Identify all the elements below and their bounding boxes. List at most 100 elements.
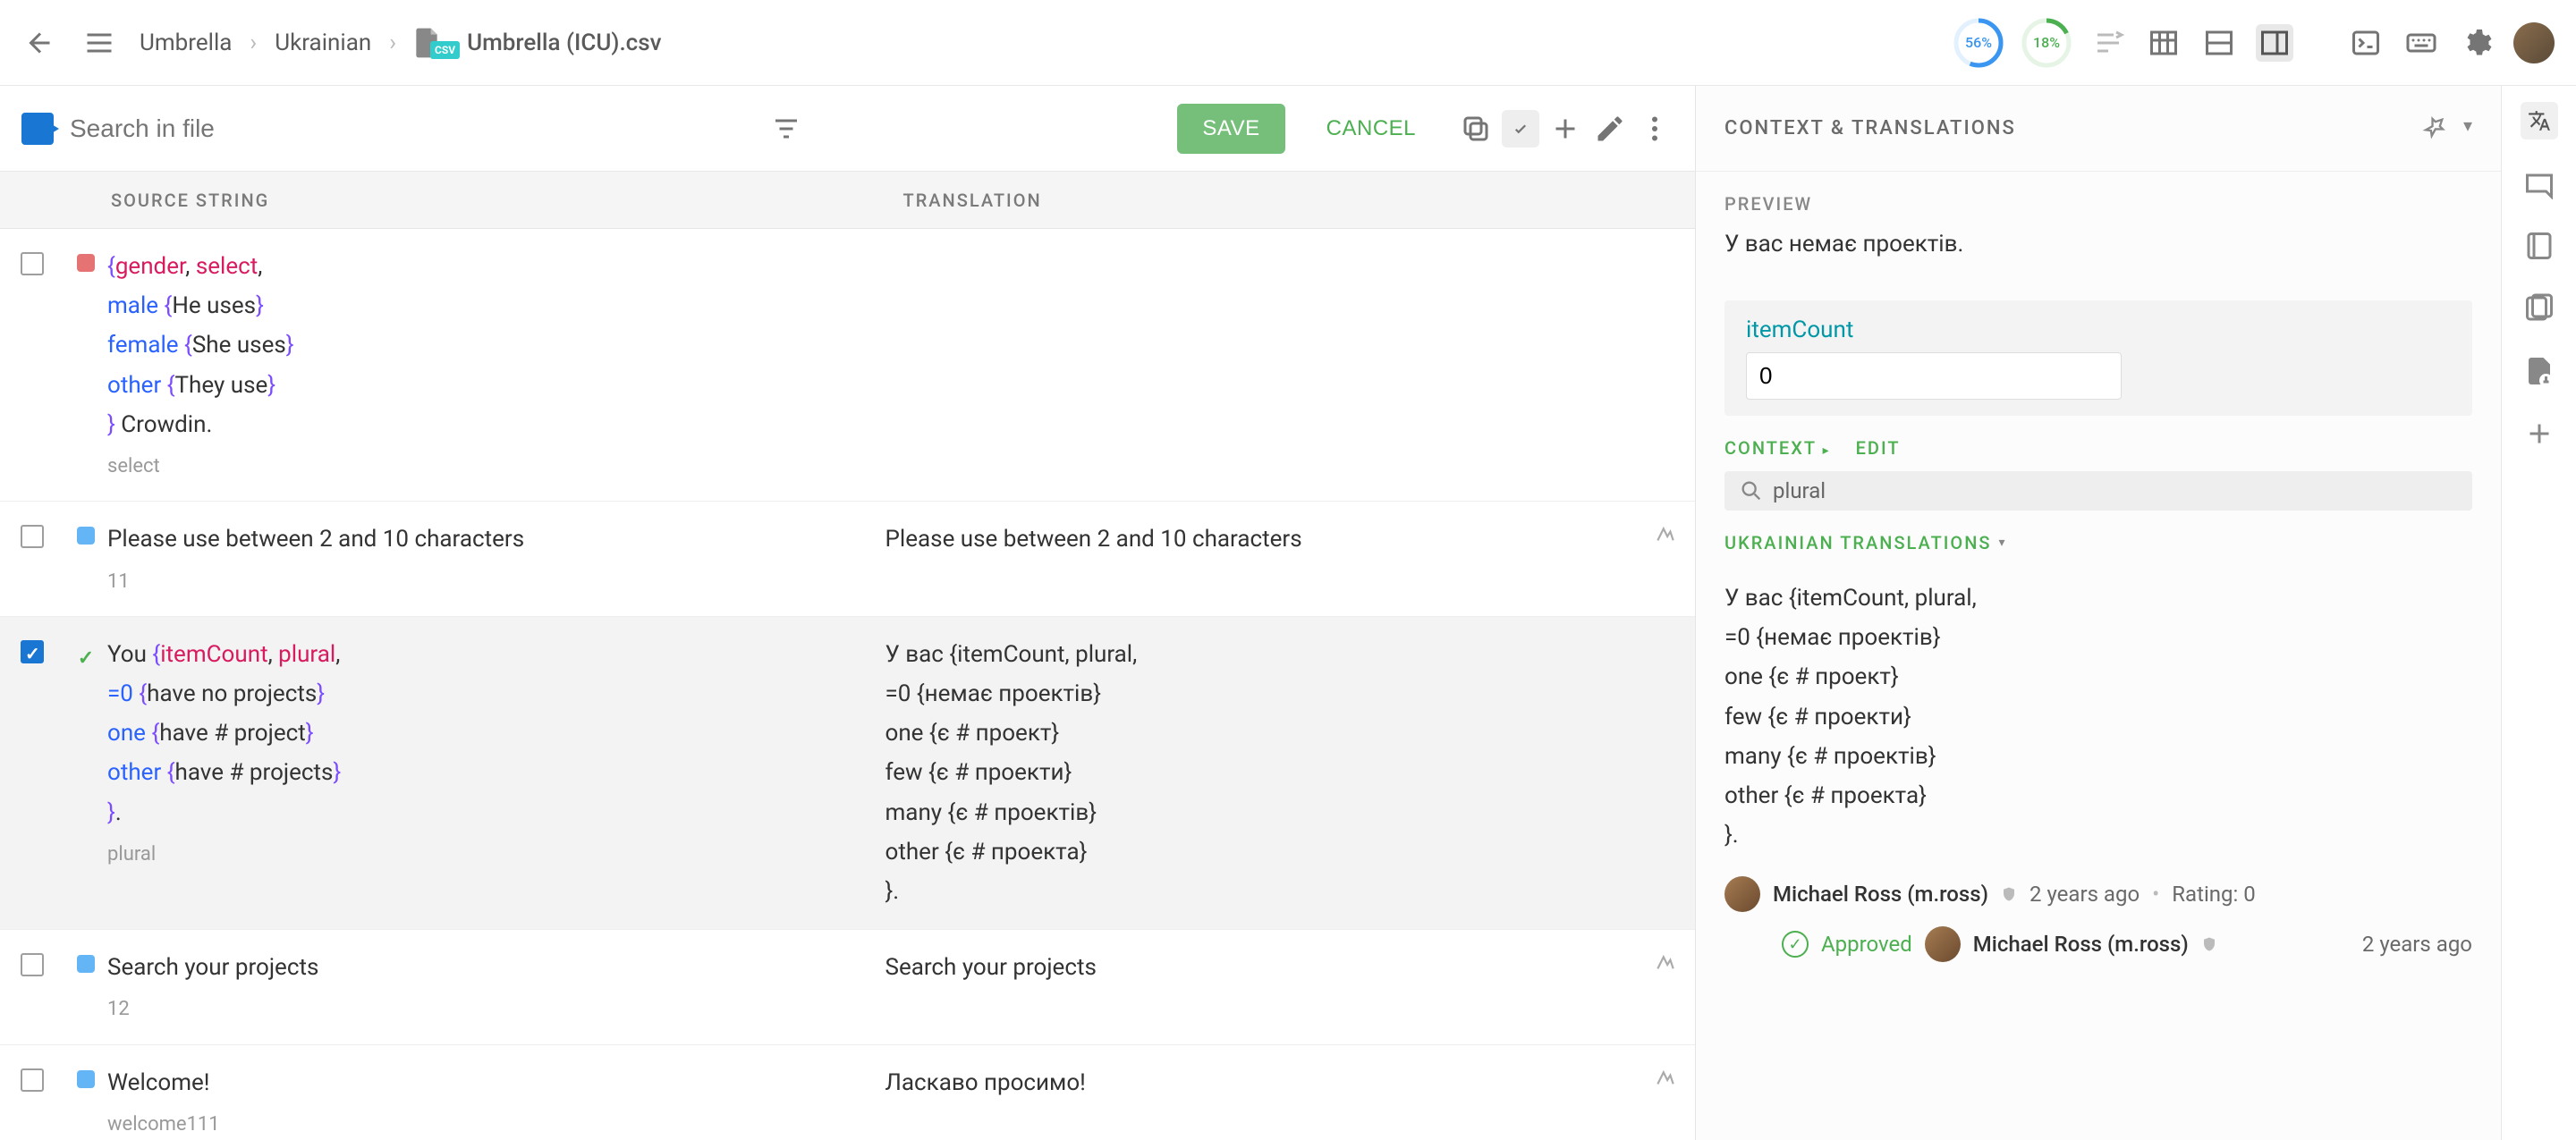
translation-text: Ласкаво просимо! bbox=[886, 1063, 1696, 1140]
header-translation: TRANSLATION bbox=[903, 190, 1696, 211]
qa-icon[interactable] bbox=[1654, 1068, 1677, 1102]
settings-icon[interactable] bbox=[2458, 24, 2496, 62]
horizontal-layout-icon[interactable] bbox=[2200, 24, 2238, 62]
header-source: SOURCE STRING bbox=[107, 190, 903, 211]
author-row: Michael Ross (m.ross) 2 years ago • Rati… bbox=[1696, 869, 2501, 919]
edit-icon[interactable] bbox=[1591, 110, 1629, 148]
context-chip-label: plural bbox=[1773, 478, 1826, 503]
breadcrumb-file[interactable]: CSV Umbrella (ICU).csv bbox=[414, 27, 662, 59]
row-checkbox[interactable] bbox=[21, 1068, 44, 1092]
action-row: SAVE CANCEL bbox=[0, 86, 1695, 172]
status-untranslated-icon bbox=[77, 254, 95, 272]
more-icon[interactable] bbox=[1636, 110, 1674, 148]
approved-check-icon: ✓ bbox=[1782, 931, 1809, 958]
table-view-icon[interactable] bbox=[2145, 24, 2182, 62]
source-meta: 11 bbox=[107, 565, 864, 598]
source-text: Search your projects12 bbox=[107, 948, 886, 1026]
tag-icon[interactable] bbox=[21, 113, 54, 145]
topbar: Umbrella › Ukrainian › CSV Umbrella (ICU… bbox=[0, 0, 2576, 86]
table-row[interactable]: Welcome!welcome111Ласкаво просимо! bbox=[0, 1045, 1695, 1140]
context-chip: plural bbox=[1724, 471, 2472, 511]
breadcrumb-language[interactable]: Ukrainian bbox=[275, 30, 371, 56]
terms-panel-icon[interactable] bbox=[2521, 227, 2558, 265]
approver-avatar[interactable] bbox=[1925, 926, 1961, 962]
file-info-icon[interactable] bbox=[2521, 352, 2558, 390]
save-button[interactable]: SAVE bbox=[1177, 104, 1284, 154]
add-icon[interactable] bbox=[1546, 110, 1584, 148]
source-meta: 12 bbox=[107, 992, 864, 1026]
tm-panel-icon[interactable] bbox=[2521, 290, 2558, 327]
verified-icon bbox=[2001, 886, 2017, 902]
breadcrumb-file-label: Umbrella (ICU).csv bbox=[467, 30, 661, 56]
filter-icon[interactable] bbox=[767, 110, 805, 148]
status-translated-icon bbox=[77, 1070, 95, 1088]
translate-panel-icon[interactable] bbox=[2521, 102, 2558, 139]
source-meta: plural bbox=[107, 838, 864, 871]
breadcrumb: Umbrella › Ukrainian › CSV Umbrella (ICU… bbox=[140, 27, 662, 59]
keyboard-icon[interactable] bbox=[2402, 24, 2440, 62]
preview-text: У вас немає проектів. bbox=[1724, 225, 2472, 279]
source-text: You {itemCount, plural,=0 {have no proje… bbox=[107, 635, 886, 911]
translation-body: У вас {itemCount, plural,=0 {немає проек… bbox=[1696, 564, 2501, 869]
comments-panel-icon[interactable] bbox=[2521, 165, 2558, 202]
author-name[interactable]: Michael Ross (m.ross) bbox=[1773, 882, 1988, 907]
approve-icon[interactable] bbox=[1502, 110, 1539, 148]
workflow-icon[interactable] bbox=[2089, 24, 2127, 62]
author-time: 2 years ago bbox=[2029, 882, 2140, 907]
translation-text: Search your projects bbox=[886, 948, 1696, 1026]
approved-row: ✓ Approved Michael Ross (m.ross) 2 years… bbox=[1696, 919, 2501, 969]
collapse-icon[interactable]: ▾ bbox=[2463, 114, 2472, 143]
right-rail bbox=[2501, 86, 2576, 1140]
back-button[interactable] bbox=[21, 24, 59, 62]
chevron-right-icon: › bbox=[250, 30, 257, 56]
edit-context-button[interactable]: EDIT bbox=[1856, 437, 1901, 459]
source-text: Welcome!welcome111 bbox=[107, 1063, 886, 1140]
user-avatar[interactable] bbox=[2513, 22, 2555, 63]
approver-name[interactable]: Michael Ross (m.ross) bbox=[1973, 932, 2189, 957]
table-header: SOURCE STRING TRANSLATION bbox=[0, 172, 1695, 229]
breadcrumb-project[interactable]: Umbrella bbox=[140, 30, 232, 56]
verified-icon bbox=[2201, 936, 2217, 952]
approved-progress[interactable]: 18% bbox=[2021, 18, 2072, 68]
translation-text: Please use between 2 and 10 characters bbox=[886, 519, 1696, 598]
vertical-layout-icon[interactable] bbox=[2256, 24, 2293, 62]
translation-text: У вас {itemCount, plural,=0 {немає проек… bbox=[886, 635, 1696, 911]
qa-icon[interactable] bbox=[1654, 953, 1677, 987]
source-meta: welcome111 bbox=[107, 1108, 864, 1140]
table-row[interactable]: Search your projects12Search your projec… bbox=[0, 930, 1695, 1045]
translation-text bbox=[886, 247, 1696, 483]
param-block: itemCount bbox=[1724, 300, 2472, 416]
qa-icon[interactable] bbox=[1654, 525, 1677, 559]
pin-icon[interactable] bbox=[2422, 114, 2447, 143]
translated-progress[interactable]: 56% bbox=[1953, 18, 2004, 68]
source-text: {gender, select,male {He uses}female {Sh… bbox=[107, 247, 886, 483]
status-translated-icon bbox=[77, 527, 95, 545]
author-avatar[interactable] bbox=[1724, 876, 1760, 912]
preview-label: PREVIEW bbox=[1724, 193, 2472, 215]
param-name: itemCount bbox=[1746, 317, 2451, 343]
status-translated-icon bbox=[77, 955, 95, 973]
row-checkbox[interactable] bbox=[21, 525, 44, 548]
right-panel-title: CONTEXT & TRANSLATIONS bbox=[1724, 117, 2016, 139]
table-row[interactable]: Please use between 2 and 10 characters11… bbox=[0, 502, 1695, 617]
param-input[interactable] bbox=[1746, 352, 2122, 400]
search-input[interactable] bbox=[70, 114, 751, 143]
table-row[interactable]: {gender, select,male {He uses}female {Sh… bbox=[0, 229, 1695, 502]
rows-container: {gender, select,male {He uses}female {Sh… bbox=[0, 229, 1695, 1140]
row-checkbox[interactable] bbox=[21, 640, 44, 663]
source-text: Please use between 2 and 10 characters11 bbox=[107, 519, 886, 598]
cancel-button[interactable]: CANCEL bbox=[1301, 104, 1441, 154]
context-label[interactable]: CONTEXT ▸ bbox=[1724, 437, 1831, 459]
row-checkbox[interactable] bbox=[21, 953, 44, 976]
chevron-right-icon: › bbox=[389, 30, 396, 56]
menu-button[interactable] bbox=[80, 24, 118, 62]
source-meta: select bbox=[107, 450, 864, 483]
translations-label[interactable]: UKRAINIAN TRANSLATIONS ▾ bbox=[1724, 532, 2472, 553]
add-panel-icon[interactable] bbox=[2521, 415, 2558, 452]
table-row[interactable]: ✓You {itemCount, plural,=0 {have no proj… bbox=[0, 617, 1695, 930]
approved-label: Approved bbox=[1821, 932, 1912, 957]
row-checkbox[interactable] bbox=[21, 252, 44, 275]
copy-source-icon[interactable] bbox=[1457, 110, 1495, 148]
terminal-icon[interactable] bbox=[2347, 24, 2385, 62]
approved-time: 2 years ago bbox=[2362, 932, 2472, 957]
